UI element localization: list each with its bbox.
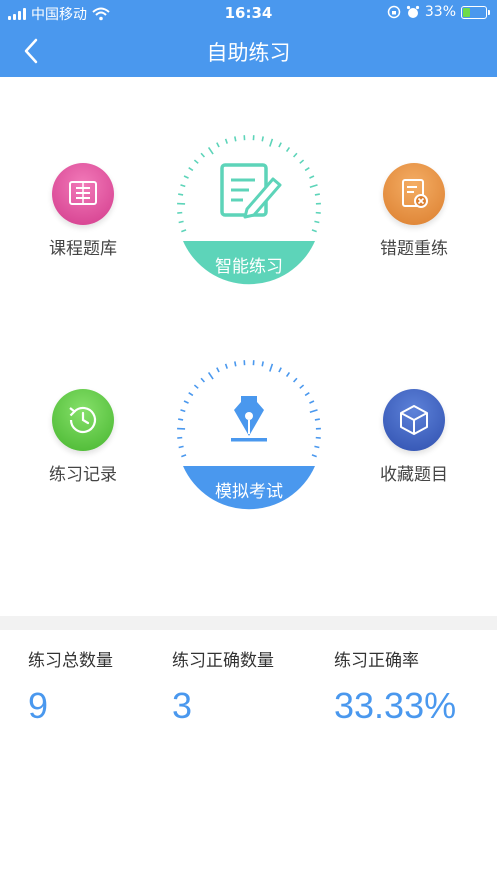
dial-tick bbox=[200, 377, 206, 383]
dial-tick bbox=[193, 159, 199, 164]
mock-exam-button[interactable]: 模拟考试 bbox=[169, 352, 329, 512]
dial-tick bbox=[309, 400, 315, 404]
dial-tick bbox=[178, 418, 184, 421]
dial-tick bbox=[311, 454, 317, 458]
stat-total: 练习总数量 9 bbox=[28, 646, 113, 727]
dial-tick bbox=[311, 229, 317, 233]
rotation-lock-icon bbox=[387, 5, 401, 19]
dial-tick bbox=[180, 409, 186, 413]
dial-tick bbox=[188, 392, 194, 397]
dial-tick bbox=[299, 384, 305, 389]
dial-tick bbox=[314, 220, 320, 224]
dial-tick bbox=[183, 175, 189, 179]
dial-tick bbox=[181, 229, 187, 233]
dial-tick bbox=[178, 193, 184, 196]
dial-tick bbox=[304, 392, 310, 397]
dial-tick bbox=[309, 184, 318, 189]
page-title: 自助练习 bbox=[206, 41, 291, 65]
mock-exam-label: 模拟考试 bbox=[215, 482, 283, 502]
dial-tick bbox=[299, 159, 305, 164]
status-right: 33% bbox=[387, 4, 490, 20]
course-bank-button[interactable]: 课程题库 bbox=[23, 163, 143, 259]
dial-tick bbox=[261, 136, 264, 142]
dial-tick bbox=[269, 363, 274, 372]
wrong-doc-icon bbox=[383, 163, 445, 225]
favorites-label: 收藏题目 bbox=[380, 465, 448, 485]
smart-practice-button[interactable]: 智能练习 bbox=[169, 127, 329, 287]
dial-tick bbox=[261, 361, 264, 367]
dial-tick bbox=[314, 445, 320, 449]
edit-note-icon bbox=[220, 163, 282, 219]
status-bar: 中国移动 16:34 33% bbox=[0, 0, 497, 26]
pen-nib-icon bbox=[231, 396, 267, 442]
stat-rate-label: 练习正确率 bbox=[334, 651, 419, 671]
stat-correct-label: 练习正确数量 bbox=[172, 651, 274, 671]
dial-tick bbox=[234, 361, 237, 367]
top-bar: 中国移动 16:34 33% 自助练习 bbox=[0, 0, 497, 77]
dial-tick bbox=[178, 220, 184, 224]
dial-tick bbox=[193, 384, 199, 389]
dial-tick bbox=[216, 142, 220, 148]
dial-tick bbox=[188, 167, 194, 172]
dial-tick bbox=[234, 136, 237, 142]
dial-tick bbox=[314, 193, 320, 196]
practice-record-button[interactable]: 练习记录 bbox=[23, 389, 143, 485]
section-divider bbox=[0, 616, 497, 630]
dial-tick bbox=[314, 418, 320, 421]
course-bank-label: 课程题库 bbox=[49, 239, 117, 259]
dial-tick bbox=[292, 377, 298, 383]
nav-bar: 自助练习 bbox=[0, 26, 497, 77]
cube-icon bbox=[383, 389, 445, 451]
dial-tick bbox=[207, 371, 214, 380]
stat-correct: 练习正确数量 3 bbox=[172, 646, 274, 727]
dial-tick bbox=[278, 367, 282, 373]
dial-tick bbox=[278, 142, 282, 148]
dial-tick bbox=[304, 167, 310, 172]
dial-tick bbox=[181, 454, 187, 458]
wrong-redo-label: 错题重练 bbox=[380, 239, 448, 259]
battery-icon bbox=[461, 5, 490, 19]
dial-tick bbox=[224, 363, 228, 369]
practice-record-label: 练习记录 bbox=[49, 465, 117, 485]
dial-tick bbox=[178, 445, 184, 449]
dial-tick bbox=[269, 138, 274, 147]
smart-practice-label: 智能练习 bbox=[215, 257, 283, 277]
dial-tick bbox=[309, 409, 318, 414]
favorites-button[interactable]: 收藏题目 bbox=[354, 389, 474, 485]
stat-total-label: 练习总数量 bbox=[28, 651, 113, 671]
wrong-redo-button[interactable]: 错题重练 bbox=[354, 163, 474, 259]
dial-tick bbox=[216, 367, 220, 373]
book-icon bbox=[52, 163, 114, 225]
dial-tick bbox=[180, 184, 186, 188]
stat-rate-value: 33.33% bbox=[334, 685, 457, 726]
battery-percent: 33% bbox=[424, 4, 456, 20]
stat-rate: 练习正确率 33.33% bbox=[334, 646, 456, 727]
dial-tick bbox=[183, 400, 189, 404]
dial-tick bbox=[285, 371, 291, 377]
dial-tick bbox=[200, 152, 206, 158]
dial-tick bbox=[292, 152, 298, 158]
stat-correct-value: 3 bbox=[172, 685, 193, 726]
dial-tick bbox=[224, 138, 228, 144]
alarm-icon bbox=[406, 5, 419, 18]
dial-tick bbox=[207, 146, 214, 155]
history-icon bbox=[52, 389, 114, 451]
stat-total-value: 9 bbox=[28, 685, 49, 726]
dial-tick bbox=[309, 175, 315, 179]
dial-tick bbox=[285, 146, 291, 152]
